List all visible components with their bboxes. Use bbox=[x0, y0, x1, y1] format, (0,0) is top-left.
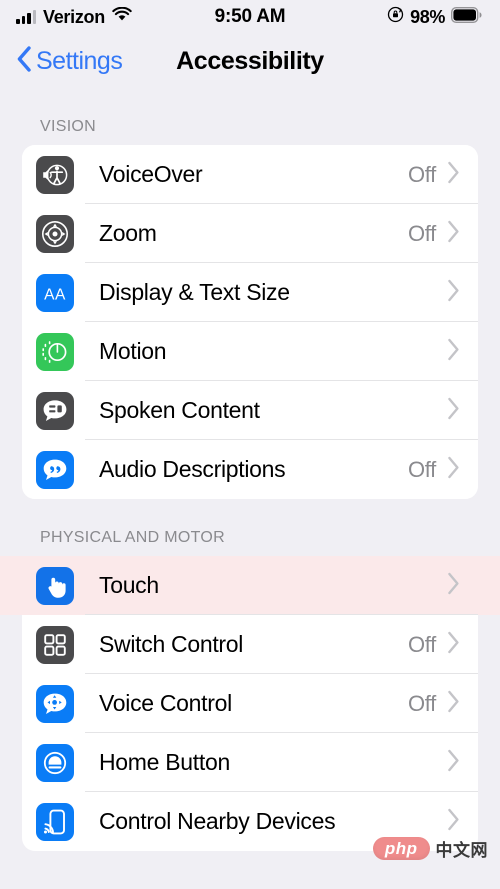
settings-row-value: Off bbox=[407, 456, 436, 482]
battery-icon bbox=[450, 6, 482, 28]
settings-row-label: Motion bbox=[99, 338, 167, 364]
settings-row-accessory bbox=[447, 397, 460, 425]
zoom-target-icon bbox=[36, 214, 74, 253]
settings-row-label: Touch bbox=[99, 572, 159, 598]
voiceover-icon bbox=[36, 155, 74, 194]
iphone-screen: Verizon 9:50 AM 98% Settings Accessibili… bbox=[0, 0, 500, 889]
chevron-right-icon bbox=[447, 279, 460, 307]
settings-row-label: VoiceOver bbox=[99, 161, 203, 187]
settings-row-zoom[interactable]: Zoom Off bbox=[22, 204, 478, 263]
audio-descriptions-icon bbox=[36, 450, 74, 489]
settings-row-touch[interactable]: Touch bbox=[22, 556, 478, 615]
chevron-right-icon bbox=[447, 572, 460, 600]
chevron-right-icon bbox=[447, 631, 460, 659]
settings-row-motion[interactable]: Motion bbox=[22, 322, 478, 381]
svg-text:AA: AA bbox=[44, 286, 66, 303]
settings-row-label: Zoom bbox=[99, 220, 157, 246]
row-separator bbox=[85, 614, 478, 615]
chevron-right-icon bbox=[447, 808, 460, 836]
chevron-right-icon bbox=[447, 338, 460, 366]
chevron-right-icon bbox=[447, 220, 460, 248]
chevron-right-icon bbox=[447, 690, 460, 718]
display-text-size-icon: AA bbox=[36, 273, 74, 312]
settings-row-label: Display & Text Size bbox=[99, 279, 290, 305]
settings-card: VoiceOver Off Zoom Off AA Display & Text S… bbox=[22, 145, 478, 499]
settings-row-accessory bbox=[447, 572, 460, 600]
settings-row-display-text-size[interactable]: AA Display & Text Size bbox=[22, 263, 478, 322]
wifi-icon bbox=[112, 6, 132, 27]
back-button-label: Settings bbox=[36, 46, 123, 75]
settings-row-label: Home Button bbox=[99, 749, 230, 775]
settings-row-label: Control Nearby Devices bbox=[99, 808, 336, 834]
settings-row-switch-control[interactable]: Switch Control Off bbox=[22, 615, 478, 674]
status-bar-right: 98% bbox=[387, 6, 482, 28]
chevron-right-icon bbox=[447, 397, 460, 425]
navigation-bar: Settings Accessibility bbox=[0, 34, 500, 88]
settings-row-voiceover[interactable]: VoiceOver Off bbox=[22, 145, 478, 204]
settings-row-label: Switch Control bbox=[99, 631, 244, 657]
settings-section: PHYSICAL AND MOTOR Touch Switch Control O… bbox=[0, 529, 500, 851]
home-button-icon bbox=[36, 743, 74, 782]
back-button[interactable]: Settings bbox=[16, 45, 123, 78]
section-header: VISION bbox=[40, 118, 97, 135]
settings-row-accessory bbox=[447, 749, 460, 777]
settings-row-home-button[interactable]: Home Button bbox=[22, 733, 478, 792]
touch-hand-icon bbox=[36, 566, 74, 605]
voice-control-icon bbox=[36, 684, 74, 723]
settings-row-accessory: Off bbox=[408, 690, 460, 718]
nearby-devices-icon bbox=[36, 802, 74, 841]
settings-row-accessory: Off bbox=[408, 161, 460, 189]
settings-row-label: Voice Control bbox=[99, 690, 232, 716]
settings-row-spoken-content[interactable]: Spoken Content bbox=[22, 381, 478, 440]
settings-row-accessory bbox=[447, 279, 460, 307]
section-header: PHYSICAL AND MOTOR bbox=[40, 529, 225, 546]
settings-row-value: Off bbox=[407, 220, 436, 246]
settings-row-value: Off bbox=[407, 631, 436, 657]
settings-list: VISION VoiceOver Off Zoom Off AA Display &… bbox=[0, 118, 500, 851]
settings-row-label: Audio Descriptions bbox=[99, 456, 286, 482]
settings-card: Touch Switch Control Off Voice Control Off bbox=[22, 556, 478, 851]
settings-row-voice-control[interactable]: Voice Control Off bbox=[22, 674, 478, 733]
spoken-content-icon bbox=[36, 391, 74, 430]
carrier-label: Verizon bbox=[43, 6, 105, 27]
rotation-lock-icon bbox=[387, 6, 404, 28]
settings-row-accessory bbox=[447, 808, 460, 836]
settings-row-value: Off bbox=[407, 161, 436, 187]
switch-control-icon bbox=[36, 625, 74, 664]
battery-percent-label: 98% bbox=[410, 6, 445, 27]
chevron-right-icon bbox=[447, 749, 460, 777]
settings-row-accessory: Off bbox=[408, 456, 460, 484]
cellular-bars-icon bbox=[16, 10, 36, 24]
settings-row-value: Off bbox=[407, 690, 436, 716]
chevron-left-icon bbox=[16, 45, 32, 78]
settings-row-accessory bbox=[447, 338, 460, 366]
chevron-right-icon bbox=[447, 456, 460, 484]
settings-row-control-nearby-devices[interactable]: Control Nearby Devices bbox=[22, 792, 478, 851]
chevron-right-icon bbox=[447, 161, 460, 189]
status-bar-left: Verizon bbox=[16, 7, 132, 28]
settings-row-accessory: Off bbox=[408, 220, 460, 248]
settings-row-accessory: Off bbox=[408, 631, 460, 659]
motion-icon bbox=[36, 332, 74, 371]
settings-row-label: Spoken Content bbox=[99, 397, 260, 423]
settings-section: VISION VoiceOver Off Zoom Off AA Display &… bbox=[0, 118, 500, 499]
settings-row-audio-descriptions[interactable]: Audio Descriptions Off bbox=[22, 440, 478, 499]
status-bar: Verizon 9:50 AM 98% bbox=[0, 0, 500, 34]
